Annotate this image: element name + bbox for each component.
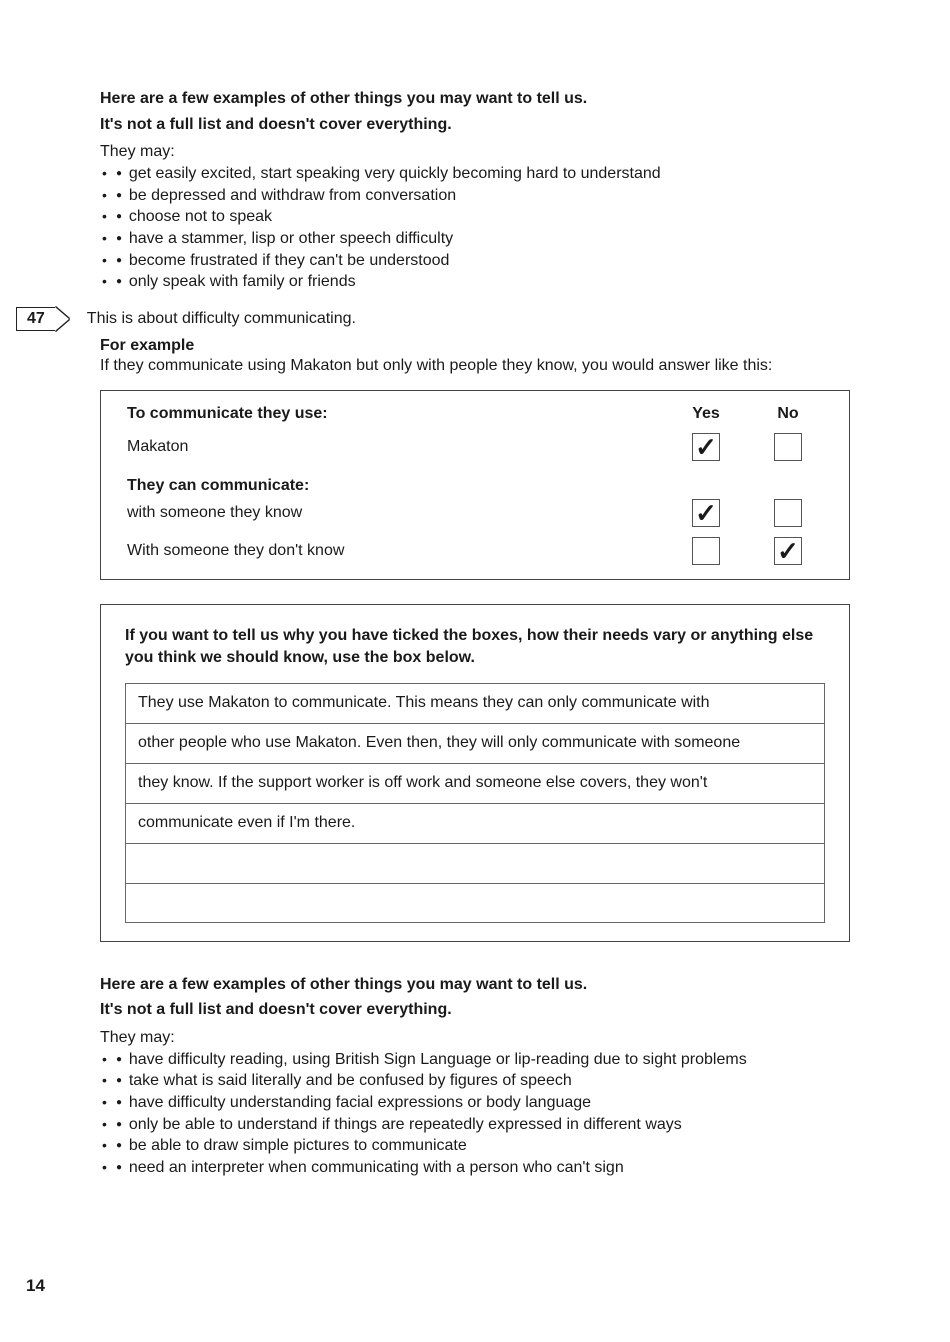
checkbox-makaton-yes[interactable]: ✓ [692,433,720,461]
list-item: ● become frustrated if they can't be und… [102,250,850,272]
section2: Here are a few examples of other things … [100,974,850,1179]
section1-intro: They may: [100,143,850,161]
table-header-row: To communicate they use: Yes No [127,405,829,423]
section2-heading1: Here are a few examples of other things … [100,974,850,996]
checkbox-know-yes[interactable]: ✓ [692,499,720,527]
question-text: This is about difficulty communicating. [87,310,356,328]
for-example-heading: For example [100,337,850,355]
chevron-right-icon [55,307,69,331]
notes-line: communicate even if I'm there. [125,803,825,843]
notes-line: They use Makaton to communicate. This me… [125,683,825,723]
table-label-2: They can communicate: [127,477,665,495]
notes-line: other people who use Makaton. Even then,… [125,723,825,763]
notes-line: they know. If the support worker is off … [125,763,825,803]
list-item: ● have difficulty understanding facial e… [102,1092,850,1114]
list-item: ● be able to draw simple pictures to com… [102,1135,850,1157]
list-item: ● need an interpreter when communicating… [102,1157,850,1179]
list-item: ● take what is said literally and be con… [102,1070,850,1092]
section1-bullet-list: ● get easily excited, start speaking ver… [100,163,850,293]
list-item: ● choose not to speak [102,206,850,228]
table-subheader: They can communicate: [127,477,829,495]
table-row: with someone they know ✓ [127,499,829,527]
section2-heading2: It's not a full list and doesn't cover e… [100,999,850,1021]
list-item: ● be depressed and withdraw from convers… [102,185,850,207]
list-item: ● get easily excited, start speaking ver… [102,163,850,185]
section2-intro: They may: [100,1029,850,1047]
list-item: ● have difficulty reading, using British… [102,1049,850,1071]
notes-textarea[interactable]: They use Makaton to communicate. This me… [125,683,825,923]
table-row: Makaton ✓ [127,433,829,461]
notes-box: If you want to tell us why you have tick… [100,604,850,941]
section2-bullet-list: ● have difficulty reading, using British… [100,1049,850,1179]
section1-heading1: Here are a few examples of other things … [100,88,850,110]
list-item: ● only speak with family or friends [102,271,850,293]
list-item: ● have a stammer, lisp or other speech d… [102,228,850,250]
section1-heading2: It's not a full list and doesn't cover e… [100,114,850,136]
table-label-1: To communicate they use: [127,405,665,423]
notes-line [125,883,825,923]
question-number-badge: 47 [16,307,56,331]
page-content: Here are a few examples of other things … [0,0,950,1218]
checkbox-know-no[interactable] [774,499,802,527]
column-no: No [747,405,829,423]
example-table-box: To communicate they use: Yes No Makaton … [100,390,850,580]
example-intro: If they communicate using Makaton but on… [100,355,780,377]
row-label-know: with someone they know [127,504,665,522]
row-label-makaton: Makaton [127,438,665,456]
notes-line [125,843,825,883]
list-item: ● only be able to understand if things a… [102,1114,850,1136]
row-label-dont-know: With someone they don't know [127,542,665,560]
column-yes: Yes [665,405,747,423]
question-marker-row: 47 This is about difficulty communicatin… [16,307,850,331]
table-row: With someone they don't know ✓ [127,537,829,565]
checkbox-dontknow-no[interactable]: ✓ [774,537,802,565]
notes-heading: If you want to tell us why you have tick… [125,625,825,668]
page-number: 14 [26,1276,45,1296]
checkbox-makaton-no[interactable] [774,433,802,461]
checkbox-dontknow-yes[interactable] [692,537,720,565]
